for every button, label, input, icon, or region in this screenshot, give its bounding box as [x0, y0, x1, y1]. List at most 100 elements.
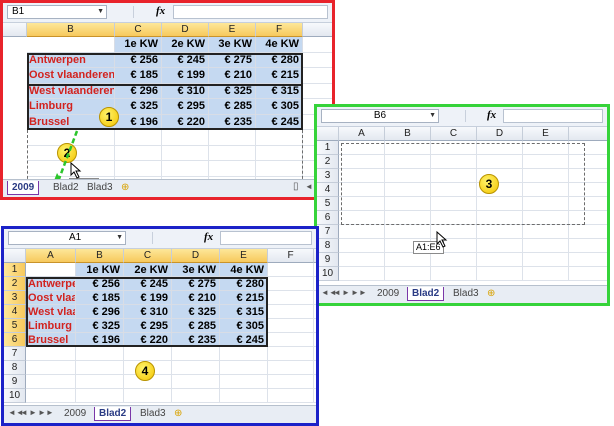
empty-cell[interactable] [385, 253, 431, 267]
insert-sheet-icon[interactable]: ⊕ [117, 181, 133, 194]
empty-cell[interactable] [220, 375, 268, 389]
empty-cell[interactable] [431, 267, 477, 281]
column-title-cell[interactable] [26, 263, 76, 277]
empty-cell[interactable] [569, 239, 607, 253]
empty-cell[interactable] [314, 305, 316, 319]
sheet-tab-blad3[interactable]: Blad3 [449, 287, 483, 300]
sheet-nav-arrow-icon[interactable]: ►► [351, 288, 367, 297]
row-header[interactable]: 1 [4, 263, 26, 277]
formula-input[interactable] [220, 231, 312, 245]
column-title-cell[interactable]: 4e KW [220, 263, 268, 277]
sheet-tab-blad2[interactable]: Blad2 [407, 287, 445, 301]
column-header-a[interactable]: A [339, 127, 385, 141]
insert-sheet-icon[interactable]: ⊕ [170, 407, 186, 420]
row-header[interactable]: 1 [317, 141, 339, 155]
column-header-c[interactable]: C [124, 249, 172, 263]
row-header[interactable]: 6 [317, 211, 339, 225]
empty-cell[interactable] [76, 361, 124, 375]
empty-cell[interactable] [268, 361, 314, 375]
empty-cell[interactable] [26, 375, 76, 389]
row-header[interactable]: 8 [317, 239, 339, 253]
empty-cell[interactable] [314, 263, 316, 277]
empty-cell[interactable] [268, 347, 314, 361]
scroll-left-icon[interactable]: ◄ [305, 182, 313, 191]
empty-cell[interactable] [314, 333, 316, 347]
empty-cell[interactable] [220, 389, 268, 403]
empty-cell[interactable] [477, 267, 523, 281]
sheet-nav-arrow-icon[interactable]: ◄ [333, 288, 341, 297]
row-header[interactable]: 2 [317, 155, 339, 169]
row-header[interactable]: 10 [317, 267, 339, 281]
empty-cell[interactable] [569, 253, 607, 267]
empty-cell[interactable] [268, 333, 314, 347]
empty-cell[interactable] [385, 225, 431, 239]
name-box[interactable]: A1 ▼ [8, 231, 126, 245]
empty-cell[interactable] [303, 53, 332, 68]
empty-cell[interactable] [76, 375, 124, 389]
empty-cell[interactable] [303, 68, 332, 84]
fx-icon[interactable]: fx [204, 231, 213, 243]
empty-cell[interactable] [314, 277, 316, 291]
empty-cell[interactable] [124, 347, 172, 361]
column-header-f[interactable]: F [268, 249, 314, 263]
empty-cell[interactable] [314, 347, 316, 361]
chevron-down-icon[interactable]: ▼ [97, 6, 104, 18]
insert-sheet-icon[interactable]: ⊕ [483, 287, 499, 300]
row-header[interactable]: 4 [317, 183, 339, 197]
row-header[interactable]: 9 [317, 253, 339, 267]
empty-cell[interactable] [314, 319, 316, 333]
fx-icon[interactable]: fx [156, 5, 165, 17]
name-box[interactable]: B1 ▼ [7, 5, 107, 19]
column-header-c[interactable]: C [115, 23, 162, 37]
column-header-b[interactable]: B [385, 127, 431, 141]
column-header-e[interactable]: E [209, 23, 256, 37]
row-header[interactable]: 3 [4, 291, 26, 305]
row-header[interactable]: 5 [317, 197, 339, 211]
empty-cell[interactable] [268, 263, 314, 277]
column-header-d[interactable]: D [162, 23, 209, 37]
empty-cell[interactable] [385, 267, 431, 281]
empty-cell[interactable] [76, 389, 124, 403]
empty-cell[interactable] [303, 84, 332, 99]
row-header[interactable]: 10 [4, 389, 26, 403]
empty-cell[interactable] [26, 389, 76, 403]
row-header[interactable]: 8 [4, 361, 26, 375]
empty-cell[interactable] [172, 361, 220, 375]
row-header[interactable]: 5 [4, 319, 26, 333]
column-header-c[interactable]: C [431, 127, 477, 141]
empty-cell[interactable] [339, 253, 385, 267]
column-title-cell[interactable] [27, 37, 115, 53]
empty-cell[interactable] [124, 389, 172, 403]
empty-cell[interactable] [26, 347, 76, 361]
empty-cell[interactable] [268, 305, 314, 319]
empty-cell[interactable] [314, 389, 316, 403]
empty-cell[interactable] [431, 253, 477, 267]
row-header[interactable]: 7 [317, 225, 339, 239]
row-header[interactable]: 3 [317, 169, 339, 183]
empty-cell[interactable] [268, 319, 314, 333]
empty-cell[interactable] [268, 389, 314, 403]
column-header-d[interactable]: D [172, 249, 220, 263]
formula-input[interactable] [503, 109, 603, 123]
empty-cell[interactable] [303, 37, 332, 53]
sheet-tab-2009[interactable]: 2009 [373, 287, 403, 300]
formula-input[interactable] [173, 5, 328, 19]
sheet-tab-blad3[interactable]: Blad3 [136, 407, 170, 420]
empty-cell[interactable] [220, 347, 268, 361]
chevron-down-icon[interactable]: ▼ [116, 232, 123, 244]
sheet-nav-arrow-icon[interactable]: ►► [38, 408, 54, 417]
empty-cell[interactable] [314, 361, 316, 375]
empty-cell[interactable] [26, 361, 76, 375]
column-title-cell[interactable]: 2e KW [124, 263, 172, 277]
column-header-f[interactable]: F [256, 23, 303, 37]
empty-cell[interactable] [339, 267, 385, 281]
empty-cell[interactable] [314, 375, 316, 389]
column-header-b[interactable]: B [76, 249, 124, 263]
empty-cell[interactable] [268, 277, 314, 291]
empty-cell[interactable] [339, 225, 385, 239]
column-title-cell[interactable]: 1e KW [76, 263, 124, 277]
empty-cell[interactable] [523, 253, 569, 267]
column-header-b[interactable]: B [27, 23, 115, 37]
empty-cell[interactable] [268, 291, 314, 305]
sheet-tab-2009[interactable]: 2009 [60, 407, 90, 420]
